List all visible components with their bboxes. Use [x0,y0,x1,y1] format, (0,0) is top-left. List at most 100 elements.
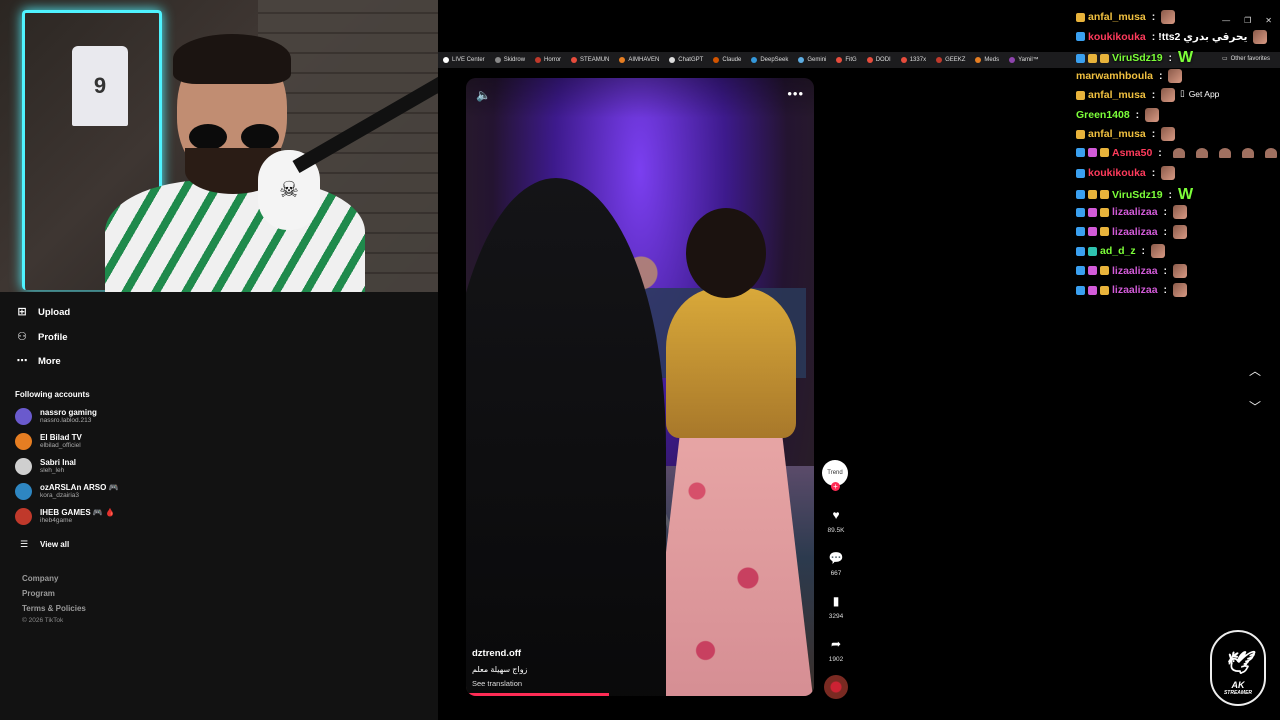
chat-separator: : [1148,128,1156,140]
chat-username[interactable]: Green1408 [1076,109,1130,121]
nav-profile[interactable]: ⚇ Profile [16,331,68,343]
emote-icon [1172,263,1187,278]
chat-message: anfal_musa : [1076,88,1176,102]
chat-message: ViruSdz19 : W [1076,186,1193,204]
video-author[interactable]: dztrend.off [472,648,527,659]
avatar [15,483,32,500]
bookmark-item[interactable]: Claude [708,57,746,63]
emote-icon [1218,147,1231,158]
following-account[interactable]: IHEB GAMES 🎮 🩸 iheb4game [15,508,115,525]
like-button[interactable]: ♥ 89.5K [822,508,850,534]
following-account[interactable]: ozARSLAn ARSO 🎮 kora_dzairia3 [15,483,119,500]
bookmark-label: DeepSeek [760,57,789,63]
emote-icon [1172,224,1187,239]
chat-username[interactable]: lizaalizaa [1112,206,1158,218]
nav-more[interactable]: ⋯ More [16,355,61,367]
following-account[interactable]: Sabri Inal sleh_leh [15,458,76,475]
bookmark-item[interactable]: DODI [862,57,896,63]
bookmark-item[interactable]: FitG [831,57,861,63]
bookmark-item[interactable]: Yamil™ [1004,57,1044,63]
chat-separator: : [1155,146,1162,159]
bookmark-item[interactable]: ChatGPT [664,57,708,63]
bookmark-label: Gemini [807,57,827,63]
chat-badge-icon [1100,53,1109,63]
video-player[interactable]: 🔈 ••• dztrend.off زواج سهيلة معلم See tr… [466,78,814,696]
chat-username[interactable]: koukikouka [1088,167,1146,179]
creator-avatar[interactable]: Trend + [822,460,848,491]
chat-badge-icon [1076,285,1085,295]
chat-username[interactable]: marwamhboula [1076,70,1153,82]
share-button[interactable]: ➦ 1902 [822,637,850,663]
comment-button[interactable]: 💬 667 [822,551,850,577]
chat-message: Asma50 : [1076,147,1277,159]
bookmark-item[interactable]: LIVE Center [438,57,490,63]
chevron-down-icon[interactable]: ﹀ [1249,398,1261,415]
chat-username[interactable]: anfal_musa [1088,11,1146,23]
chat-username[interactable]: anfal_musa [1088,89,1146,101]
chat-username[interactable]: lizaalizaa [1112,226,1158,238]
account-name: El Bilad TV [40,433,82,442]
bookmark-item[interactable]: STEAMUN [566,57,614,63]
chat-badge-icon [1100,207,1109,217]
phoenix-icon: 🕊 [1224,650,1252,675]
chevron-up-icon[interactable]: ︿ [1249,362,1261,379]
account-handle: nassro.lablod.213 [40,417,92,424]
following-account[interactable]: El Bilad TV elbilad_officiel [15,433,82,450]
emote-icon [1172,205,1187,219]
nav-upload[interactable]: ⊞ Upload [16,306,70,318]
chat-username[interactable]: ViruSdz19 [1112,52,1163,64]
share-count: 1902 [828,656,844,663]
account-name: Sabri Inal [40,458,77,467]
chat-badge-icon [1088,246,1097,256]
chat-separator: : [1160,225,1167,238]
bookmark-item[interactable]: Meds [970,57,1004,63]
chat-username[interactable]: lizaalizaa [1112,265,1158,277]
bookmark-item[interactable]: Gemini [793,57,831,63]
chat-username[interactable]: koukikouka [1088,31,1146,43]
volume-icon[interactable]: 🔈 [476,88,491,102]
bookmark-item[interactable]: 1337x [896,57,931,63]
chat-username[interactable]: ViruSdz19 [1112,189,1163,201]
more-options-icon[interactable]: ••• [787,86,804,101]
chat-badge-icon [1076,32,1085,41]
following-account[interactable]: nassro gaming nassro.lablod.213 [15,408,97,425]
video-progress-bar[interactable] [466,693,609,696]
emote-icon [1161,166,1176,180]
bookmark-item[interactable]: GEEKZ [931,57,970,63]
streamer-shirt [105,180,365,292]
w-emote-icon: W [1178,49,1194,66]
chat-separator: : [1148,30,1156,43]
bookmark-item[interactable]: Skidrow [490,57,530,63]
emote-icon [1161,127,1176,141]
chat-username[interactable]: anfal_musa [1088,128,1146,140]
footer-terms[interactable]: Terms & Policies [22,604,86,613]
bookmark-favicon-icon [494,57,501,63]
bookmark-item[interactable]: DeepSeek [746,57,793,63]
bookmark-favicon-icon [798,57,805,63]
save-button[interactable]: ▮ 3294 [822,594,850,620]
chat-badge-icon [1076,246,1085,256]
following-title: Following accounts [15,390,90,399]
bride [646,208,814,696]
bookmark-favicon-icon [669,57,676,63]
follow-plus-icon[interactable]: + [831,482,840,491]
bookmark-label: AIMHAVEN [628,57,660,63]
music-disc-icon[interactable] [824,675,848,699]
emote-icon [1195,147,1208,158]
footer-program[interactable]: Program [22,589,55,598]
bookmark-item[interactable]: Horror [530,57,566,63]
bookmark-item[interactable]: AIMHAVEN [614,57,664,63]
chat-username[interactable]: ad_d_z [1100,245,1136,257]
bookmark-label: Yamil™ [1018,57,1039,63]
chat-badge-icon [1076,266,1085,275]
chat-username[interactable]: Asma50 [1112,147,1152,159]
bookmark-favicon-icon [751,57,758,63]
chat-badge-icon [1088,190,1097,199]
chat-badge-icon [1076,53,1085,63]
view-all-button[interactable]: ☰ View all [18,538,69,550]
account-handle: sleh_leh [40,467,65,474]
chat-badge-icon [1076,207,1085,217]
footer-company[interactable]: Company [22,574,58,583]
chat-username[interactable]: lizaalizaa [1112,284,1158,296]
see-translation-link[interactable]: See translation [472,679,527,688]
